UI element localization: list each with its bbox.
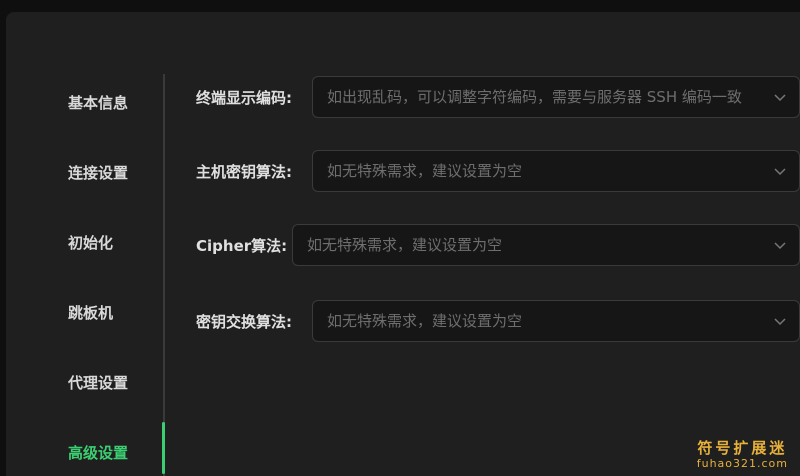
host-key-row: 主机密钥算法: 如无特殊需求，建议设置为空: [196, 150, 800, 194]
sidebar-item-init[interactable]: 初始化: [68, 232, 113, 253]
chevron-down-icon: [774, 318, 786, 326]
kex-select[interactable]: 如无特殊需求，建议设置为空: [312, 300, 800, 342]
host-key-placeholder: 如无特殊需求，建议设置为空: [327, 162, 523, 180]
cipher-row: Cipher算法: 如无特殊需求，建议设置为空: [196, 224, 800, 268]
encoding-placeholder: 如出现乱码，可以调整字符编码，需要与服务器 SSH 编码一致: [327, 88, 742, 106]
sidebar-item-advanced[interactable]: 高级设置: [68, 442, 128, 463]
site-watermark: 符号扩展迷 fuhao321.com: [697, 437, 788, 470]
kex-label: 密钥交换算法:: [196, 313, 292, 331]
encoding-label: 终端显示编码:: [196, 89, 292, 107]
chevron-down-icon: [774, 242, 786, 250]
chevron-down-icon: [774, 168, 786, 176]
sidebar-item-basic-info[interactable]: 基本信息: [68, 92, 128, 113]
host-key-select[interactable]: 如无特殊需求，建议设置为空: [312, 150, 800, 192]
sidebar-divider: [163, 74, 165, 476]
encoding-row: 终端显示编码: 如出现乱码，可以调整字符编码，需要与服务器 SSH 编码一致: [196, 76, 800, 120]
kex-row: 密钥交换算法: 如无特殊需求，建议设置为空: [196, 300, 800, 344]
settings-panel: 基本信息 连接设置 初始化 跳板机 代理设置 高级设置 终端显示编码: 如出现乱…: [6, 12, 800, 476]
chevron-down-icon: [774, 94, 786, 102]
cipher-select[interactable]: 如无特殊需求，建议设置为空: [292, 224, 800, 266]
active-indicator: [162, 422, 165, 474]
watermark-title: 符号扩展迷: [697, 439, 788, 457]
sidebar-item-proxy[interactable]: 代理设置: [68, 372, 128, 393]
cipher-label: Cipher算法:: [196, 237, 288, 255]
cipher-placeholder: 如无特殊需求，建议设置为空: [307, 236, 503, 254]
sidebar-item-jump-host[interactable]: 跳板机: [68, 302, 113, 323]
kex-placeholder: 如无特殊需求，建议设置为空: [327, 312, 523, 330]
host-key-label: 主机密钥算法:: [196, 163, 292, 181]
encoding-select[interactable]: 如出现乱码，可以调整字符编码，需要与服务器 SSH 编码一致: [312, 76, 800, 118]
sidebar-item-connection[interactable]: 连接设置: [68, 162, 128, 183]
watermark-url: fuhao321.com: [696, 457, 788, 470]
